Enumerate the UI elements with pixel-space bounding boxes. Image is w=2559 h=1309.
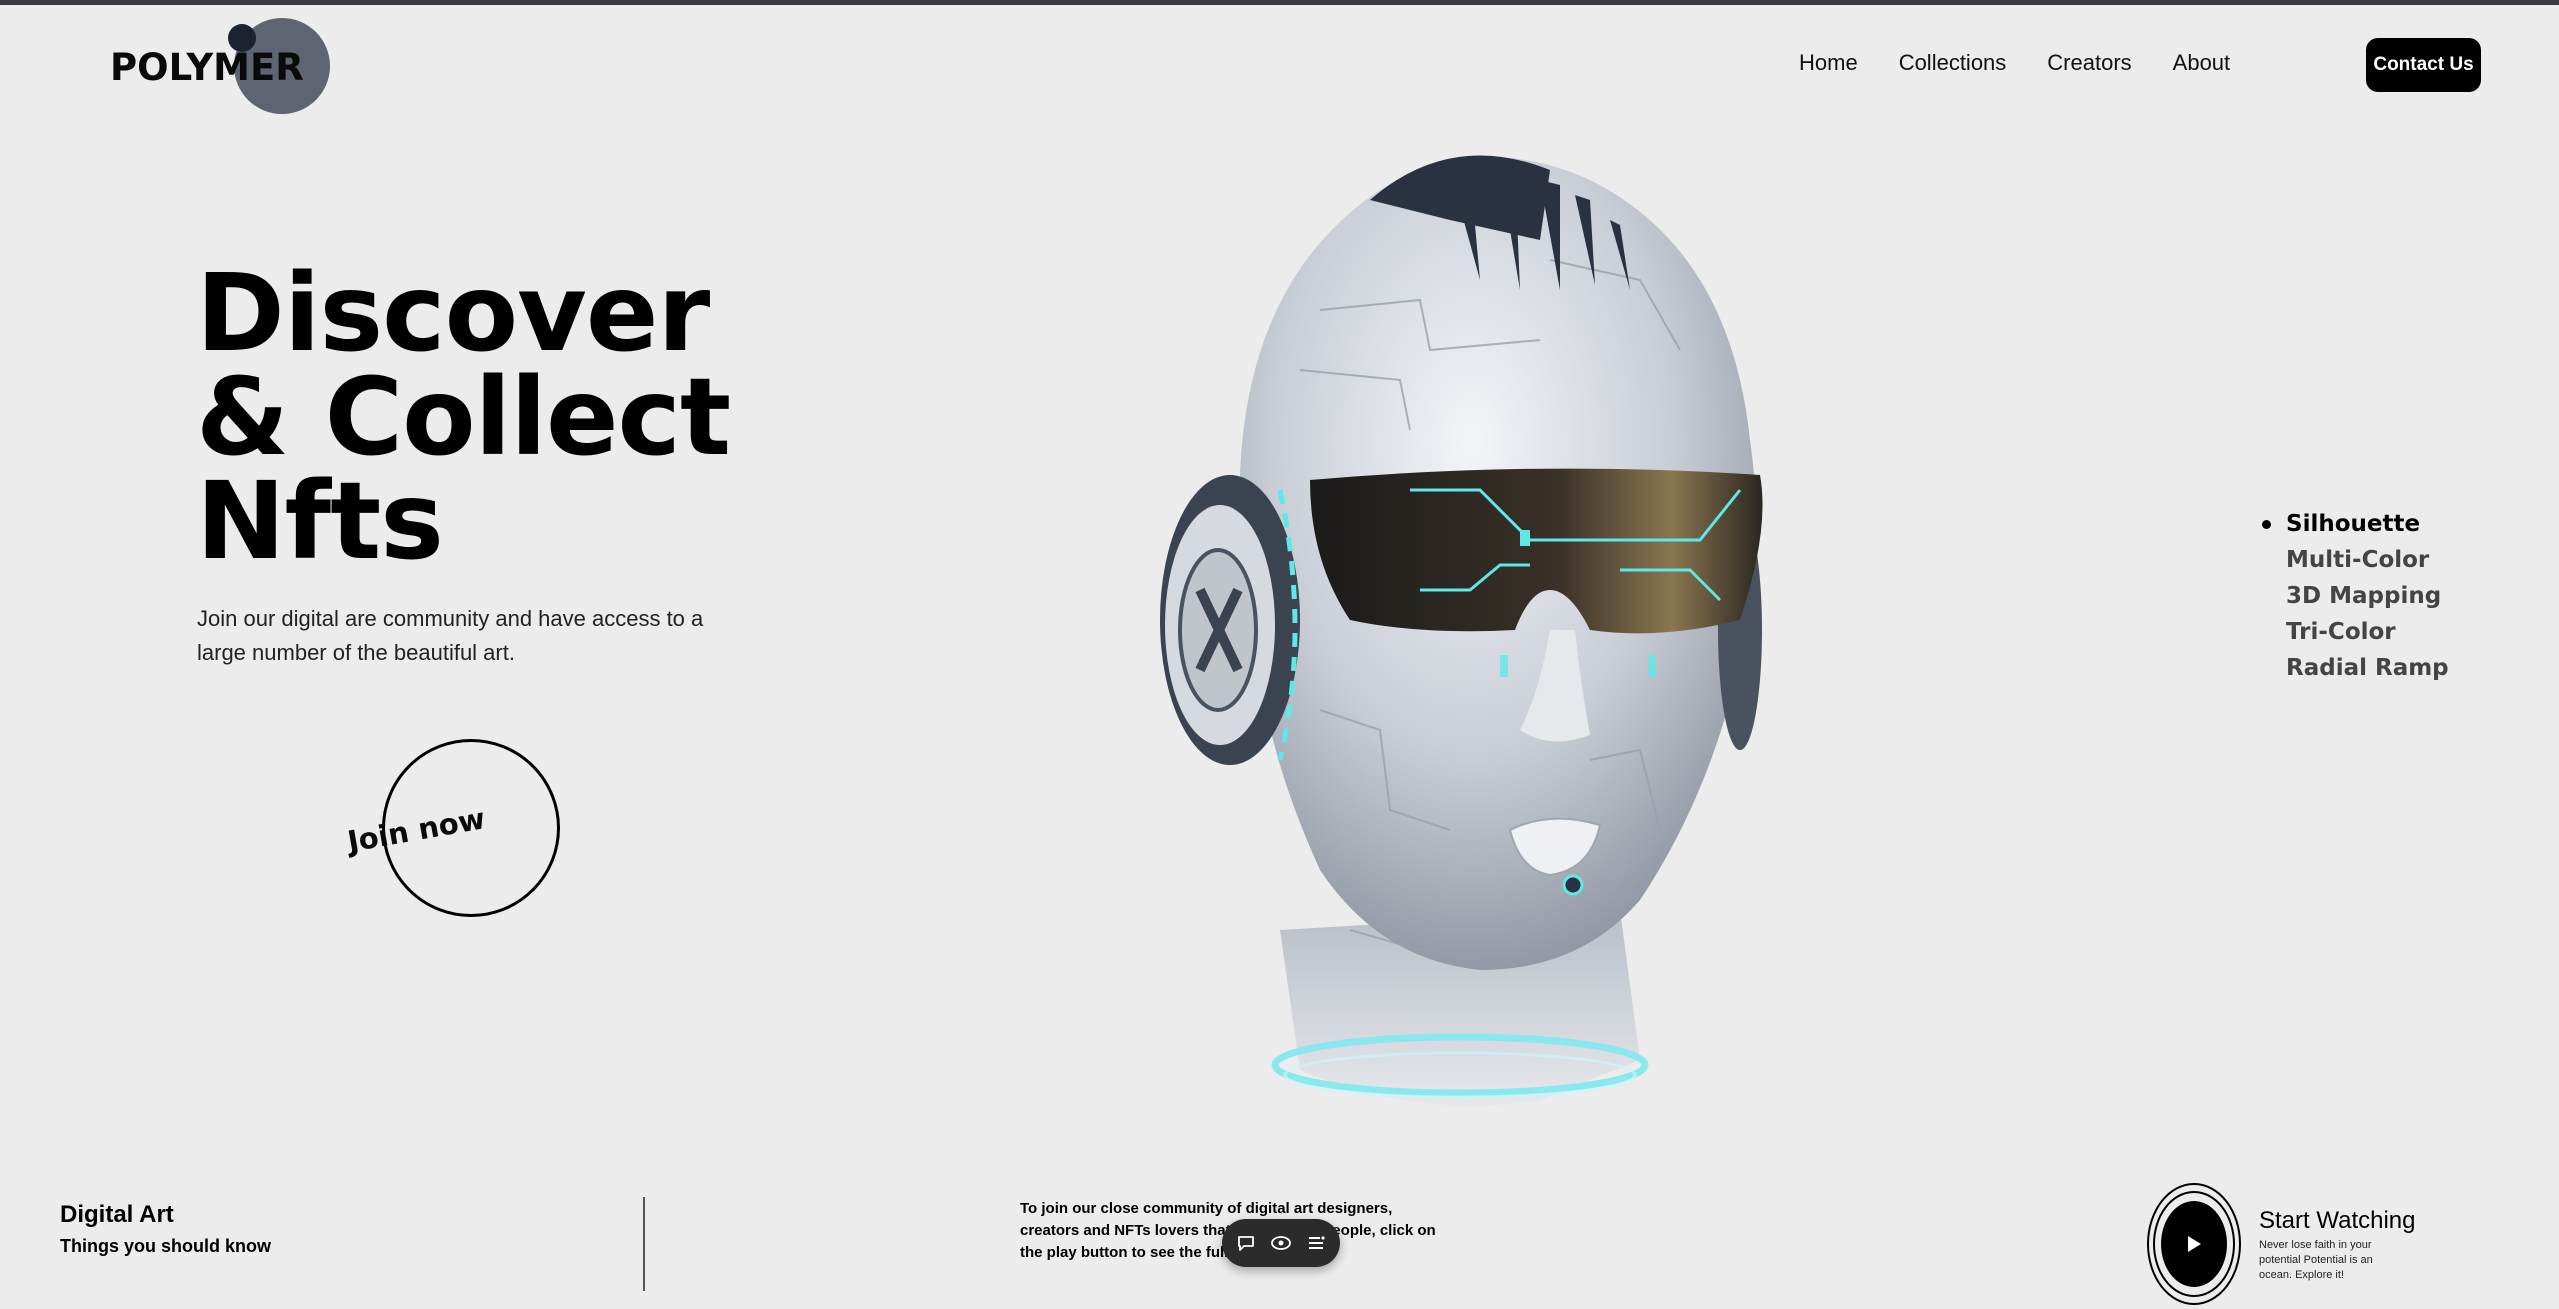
eye-icon[interactable]: [1270, 1232, 1292, 1254]
nav-collections[interactable]: Collections: [1899, 50, 2007, 76]
hero-title-line-2: & Collect: [196, 356, 731, 480]
play-button-core: [2161, 1201, 2227, 1287]
style-item-radial-ramp[interactable]: Radial Ramp: [2262, 650, 2449, 686]
floating-toolbar: [1222, 1219, 1340, 1267]
menu-icon[interactable]: [1305, 1232, 1327, 1254]
robot-head-illustration: [1160, 155, 1763, 1106]
style-item-multi-color[interactable]: Multi-Color: [2262, 542, 2449, 578]
brand-name: POLYMER: [110, 46, 304, 89]
play-video-button[interactable]: [2147, 1183, 2241, 1305]
nav-creators[interactable]: Creators: [2047, 50, 2131, 76]
top-accent-bar: [0, 0, 2559, 5]
style-list: Silhouette Multi-Color 3D Mapping Tri-Co…: [2262, 506, 2449, 686]
style-item-silhouette[interactable]: Silhouette: [2262, 506, 2449, 542]
style-item-3d-mapping[interactable]: 3D Mapping: [2262, 578, 2449, 614]
hero-title-line-1: Discover: [196, 252, 710, 376]
footer-divider: [643, 1197, 645, 1291]
digital-art-title: Digital Art: [60, 1201, 174, 1228]
main-nav: Home Collections Creators About: [1799, 50, 2271, 76]
hero-subtitle: Join our digital are community and have …: [197, 606, 704, 665]
comment-icon[interactable]: [1235, 1232, 1257, 1254]
hero-title: Discover & Collect Nfts: [196, 252, 896, 584]
brand-logo[interactable]: POLYMER: [108, 16, 338, 116]
digital-art-subtitle: Things you should know: [60, 1236, 271, 1256]
hero-title-line-3: Nfts: [196, 460, 444, 584]
nav-home[interactable]: Home: [1799, 50, 1858, 76]
start-watching-title: Start Watching: [2259, 1207, 2416, 1234]
nav-about[interactable]: About: [2173, 50, 2231, 76]
start-watching-subtitle: Never lose faith in your potential Poten…: [2259, 1239, 2373, 1281]
style-item-tri-color[interactable]: Tri-Color: [2262, 614, 2449, 650]
contact-us-button[interactable]: Contact Us: [2366, 38, 2481, 92]
play-icon: [2188, 1236, 2201, 1252]
